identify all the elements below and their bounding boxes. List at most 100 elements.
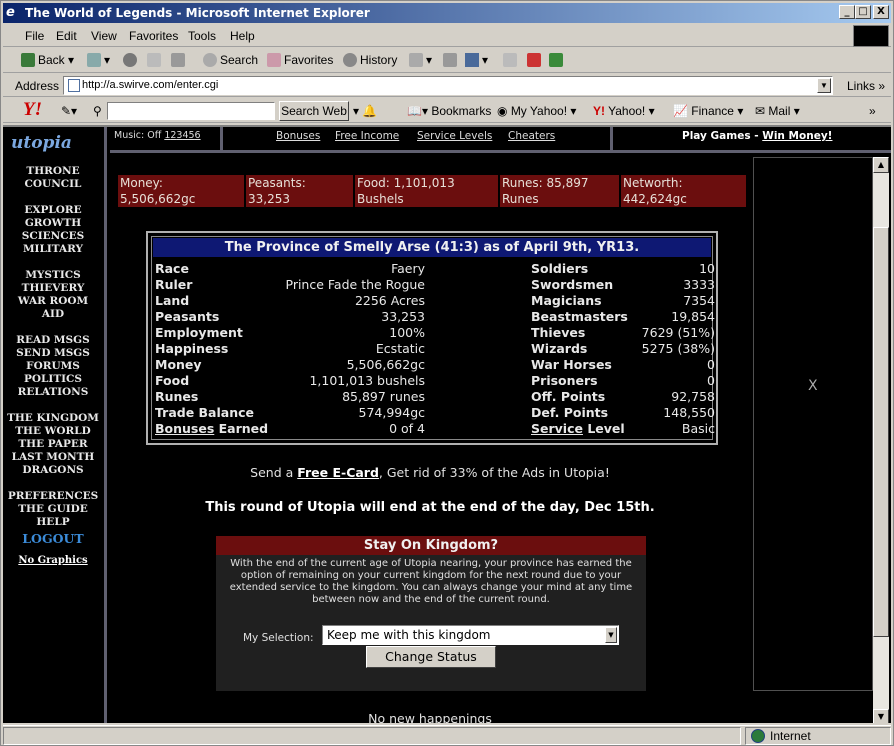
nav-relations[interactable]: RELATIONS xyxy=(3,386,103,399)
yahoo-logo[interactable]: Y! xyxy=(23,99,42,121)
search-button[interactable]: Search xyxy=(203,53,258,67)
nav-explore[interactable]: EXPLORE xyxy=(3,204,103,217)
discuss-button[interactable] xyxy=(503,53,520,67)
nav-preferences[interactable]: PREFERENCES xyxy=(3,490,103,503)
home-button[interactable] xyxy=(171,53,188,67)
nav-group-mystics: MYSTICS THIEVERY WAR ROOM AID xyxy=(3,269,103,321)
dropdown-arrow-icon[interactable]: ▼ xyxy=(605,627,617,643)
nav-growth[interactable]: GROWTH xyxy=(3,217,103,230)
address-input[interactable]: http://a.swirve.com/enter.cgi ▼ xyxy=(63,76,833,95)
favorites-button[interactable]: Favorites xyxy=(267,53,333,67)
windows-logo-icon xyxy=(853,25,889,47)
yahoo-toolbar-button[interactable] xyxy=(527,53,544,67)
menu-file[interactable]: File xyxy=(25,29,44,43)
history-button[interactable]: History xyxy=(343,53,397,67)
yahoo-search-button[interactable]: Search Web xyxy=(279,101,349,121)
forward-button[interactable]: ▾ xyxy=(87,53,110,67)
nav-council[interactable]: COUNCIL xyxy=(3,178,103,191)
refresh-icon xyxy=(147,53,161,67)
utopia-logo[interactable]: utopia xyxy=(11,133,72,153)
nav-the-paper[interactable]: THE PAPER xyxy=(3,438,103,451)
vertical-scrollbar[interactable]: ▲ ▼ xyxy=(873,157,889,723)
menu-help[interactable]: Help xyxy=(230,29,255,43)
scroll-up-icon[interactable]: ▲ xyxy=(873,157,889,173)
nav-help[interactable]: HELP xyxy=(3,516,103,529)
minimize-button[interactable]: _ xyxy=(839,5,855,19)
province-row: Beastmasters 19,854 xyxy=(531,309,715,325)
menu-view[interactable]: View xyxy=(91,29,117,43)
address-dropdown-icon[interactable]: ▼ xyxy=(817,78,831,93)
nav-military[interactable]: MILITARY xyxy=(3,243,103,256)
my-yahoo-button[interactable]: ◉ My Yahoo! ▾ xyxy=(497,104,576,118)
province-row-label: Land xyxy=(155,293,190,308)
finance-button[interactable]: 📈 Finance ▾ xyxy=(673,104,743,118)
province-row-value: 85,897 runes xyxy=(342,389,425,404)
nav-sciences[interactable]: SCIENCES xyxy=(3,230,103,243)
nav-thievery[interactable]: THIEVERY xyxy=(3,282,103,295)
ad-close-icon[interactable]: X xyxy=(808,378,818,394)
province-row-value: 100% xyxy=(389,325,425,340)
cheaters-link[interactable]: Cheaters xyxy=(508,130,555,142)
free-ecard-link[interactable]: Free E-Card xyxy=(297,465,379,480)
yahoo-search-dropdown-icon[interactable]: ▾ 🔔 xyxy=(353,104,377,118)
toolbar-more-icon[interactable]: » xyxy=(869,104,876,118)
province-row-label: Runes xyxy=(155,389,199,404)
title-bar[interactable]: e The World of Legends - Microsoft Inter… xyxy=(3,3,891,23)
refresh-button[interactable] xyxy=(147,53,164,67)
menu-favorites[interactable]: Favorites xyxy=(129,29,178,43)
nav-politics[interactable]: POLITICS xyxy=(3,373,103,386)
nav-read-msgs[interactable]: READ MSGS xyxy=(3,334,103,347)
mail-yahoo-button[interactable]: ✉ Mail ▾ xyxy=(755,104,800,118)
nav-aid[interactable]: AID xyxy=(3,308,103,321)
history-label: History xyxy=(360,53,398,67)
nav-the-guide[interactable]: THE GUIDE xyxy=(3,503,103,516)
nav-the-kingdom[interactable]: THE KINGDOM xyxy=(3,412,103,425)
nav-mystics[interactable]: MYSTICS xyxy=(3,269,103,282)
win-money-link[interactable]: Win Money! xyxy=(762,130,832,142)
service-levels-link[interactable]: Service Levels xyxy=(417,130,492,142)
bookmarks-button[interactable]: 📖▾ Bookmarks xyxy=(407,104,491,118)
change-status-button[interactable]: Change Status xyxy=(366,646,496,668)
pencil-icon[interactable]: ✎▾ xyxy=(61,104,77,118)
service-level-link[interactable]: Service xyxy=(531,421,583,436)
edit-button[interactable]: ▾ xyxy=(465,53,488,67)
address-url: http://a.swirve.com/enter.cgi xyxy=(82,79,219,91)
back-arrow-icon xyxy=(21,53,35,67)
maximize-button[interactable]: □ xyxy=(855,5,871,19)
links-button[interactable]: Links » xyxy=(847,79,885,93)
favorites-label: Favorites xyxy=(284,53,334,67)
free-income-link[interactable]: Free Income xyxy=(335,130,399,142)
bonuses-earned-link[interactable]: Bonuses xyxy=(155,421,214,436)
nav-war-room[interactable]: WAR ROOM xyxy=(3,295,103,308)
menu-edit[interactable]: Edit xyxy=(56,29,77,43)
province-row-value: Ecstatic xyxy=(375,341,425,356)
nav-throne[interactable]: THRONE xyxy=(3,165,103,178)
print-button[interactable] xyxy=(443,53,460,67)
scroll-thumb[interactable] xyxy=(873,227,889,637)
nav-last-month[interactable]: LAST MONTH xyxy=(3,451,103,464)
nav-group-explore: EXPLORE GROWTH SCIENCES MILITARY xyxy=(3,204,103,256)
yahoo-search-input[interactable] xyxy=(107,102,275,120)
menu-tools[interactable]: Tools xyxy=(188,29,216,43)
address-label: Address xyxy=(15,79,60,93)
scroll-down-icon[interactable]: ▼ xyxy=(873,709,889,723)
close-button[interactable]: X xyxy=(873,5,889,19)
music-track-6[interactable]: 6 xyxy=(195,130,201,141)
bonuses-link[interactable]: Bonuses xyxy=(276,130,320,142)
mail-button[interactable]: ▾ xyxy=(409,53,432,67)
stop-button[interactable] xyxy=(123,53,140,67)
nav-dragons[interactable]: DRAGONS xyxy=(3,464,103,477)
status-main xyxy=(3,727,741,745)
back-button[interactable]: Back ▾ xyxy=(21,53,74,67)
province-row: Thieves 7629 (51%) xyxy=(531,325,715,341)
nav-the-world[interactable]: THE WORLD xyxy=(3,425,103,438)
yahoo-button[interactable]: Y! Yahoo! ▾ xyxy=(593,104,655,118)
stat-food: Food: 1,101,013 Bushels xyxy=(355,175,500,207)
service-level-label: Level xyxy=(582,421,625,436)
nav-forums[interactable]: FORUMS xyxy=(3,360,103,373)
messenger-button[interactable] xyxy=(549,53,566,67)
selection-dropdown[interactable]: Keep me with this kingdom ▼ xyxy=(322,625,619,645)
nav-send-msgs[interactable]: SEND MSGS xyxy=(3,347,103,360)
logout-link[interactable]: LOGOUT xyxy=(3,532,103,545)
no-graphics-link[interactable]: No Graphics xyxy=(3,554,103,567)
